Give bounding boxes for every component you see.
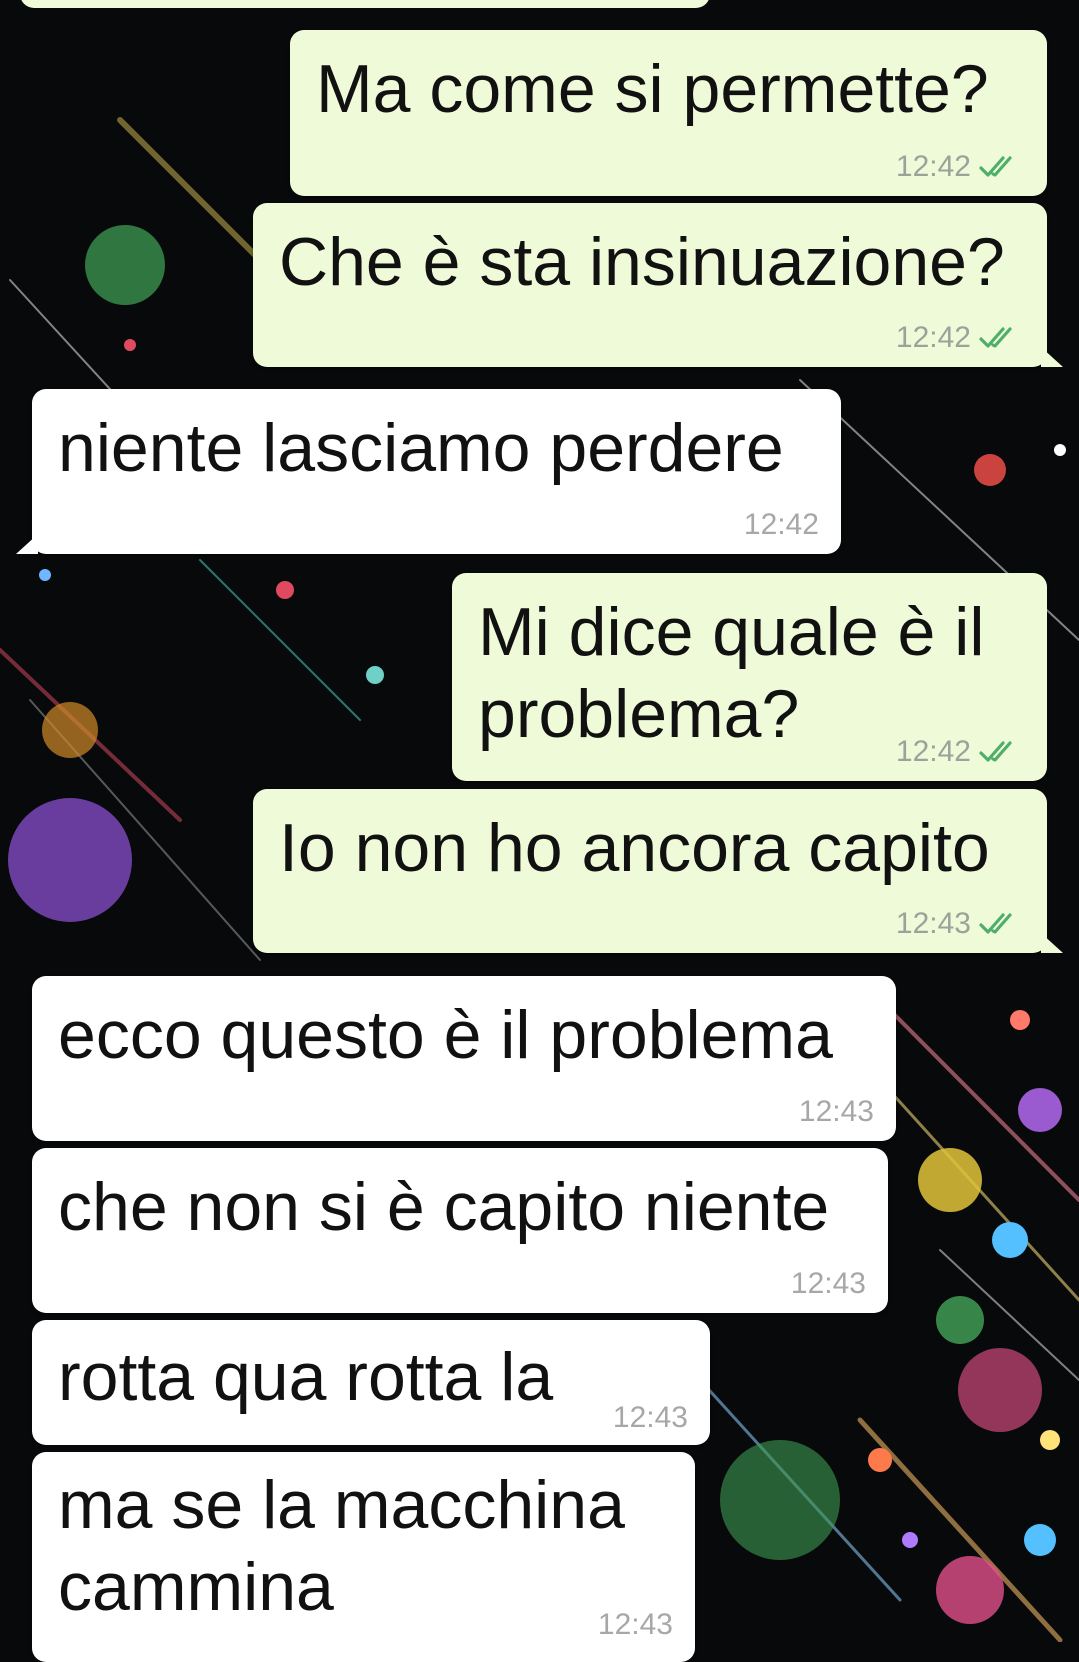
message-time: 12:42 [895, 735, 971, 768]
message-bubble-incoming[interactable]: rotta qua rotta la 12:43 [32, 1320, 710, 1445]
double-check-icon [979, 156, 1012, 177]
message-bubble-outgoing[interactable]: Mi dice quale è il problema? 12:42 [452, 573, 1047, 781]
message-text: ma se la macchina cammina [58, 1464, 625, 1628]
message-text-line: cammina [58, 1549, 334, 1625]
message-meta: 12:43 [799, 1095, 874, 1129]
message-time: 12:43 [612, 1401, 688, 1434]
message-list[interactable]: Ma come si permette? 12:42 Che è sta ins… [0, 0, 1079, 1662]
message-bubble-outgoing[interactable]: Io non ho ancora capito 12:43 [253, 789, 1063, 953]
message-text: Mi dice quale è il problema? [478, 591, 984, 755]
double-check-icon [979, 327, 1012, 348]
double-check-icon [979, 741, 1012, 762]
message-meta: 12:43 [598, 1608, 673, 1642]
message-bubble-incoming[interactable]: che non si è capito niente 12:43 [32, 1148, 888, 1313]
previous-message-edge [20, 0, 710, 8]
message-time: 12:43 [597, 1608, 673, 1641]
message-text: ecco questo è il problema [58, 997, 833, 1073]
message-meta: 12:42 [896, 321, 1025, 355]
message-text: Che è sta insinuazione? [279, 224, 1005, 300]
message-text: Io non ho ancora capito [279, 810, 990, 886]
message-bubble-incoming[interactable]: niente lasciamo perdere 12:42 [16, 389, 841, 554]
message-time: 12:43 [895, 907, 971, 940]
message-meta: 12:43 [896, 907, 1025, 941]
bubble-tail [1041, 933, 1063, 953]
message-bubble-outgoing[interactable]: Ma come si permette? 12:42 [290, 30, 1047, 196]
double-check-icon [979, 913, 1012, 934]
message-time: 12:42 [895, 321, 971, 354]
message-text-line: ma se la macchina [58, 1467, 625, 1543]
message-meta: 12:42 [896, 150, 1025, 184]
message-meta: 12:42 [896, 735, 1025, 769]
message-meta: 12:42 [744, 508, 819, 542]
bubble-tail [1041, 347, 1063, 367]
message-bubble-incoming[interactable]: ma se la macchina cammina 12:43 [32, 1452, 695, 1662]
message-bubble-outgoing[interactable]: Che è sta insinuazione? 12:42 [253, 203, 1063, 367]
bubble-tail [16, 534, 38, 554]
message-meta: 12:43 [613, 1401, 688, 1435]
message-time: 12:43 [790, 1267, 866, 1300]
message-text: niente lasciamo perdere [58, 410, 784, 486]
message-meta: 12:43 [791, 1267, 866, 1301]
message-time: 12:42 [743, 508, 819, 541]
message-time: 12:43 [798, 1095, 874, 1128]
message-text: rotta qua rotta la [58, 1339, 554, 1415]
message-text: Ma come si permette? [316, 51, 989, 127]
message-time: 12:42 [895, 150, 971, 183]
message-text: che non si è capito niente [58, 1169, 830, 1245]
message-bubble-incoming[interactable]: ecco questo è il problema 12:43 [32, 976, 896, 1141]
message-text-line: Mi dice quale è il [478, 594, 985, 670]
